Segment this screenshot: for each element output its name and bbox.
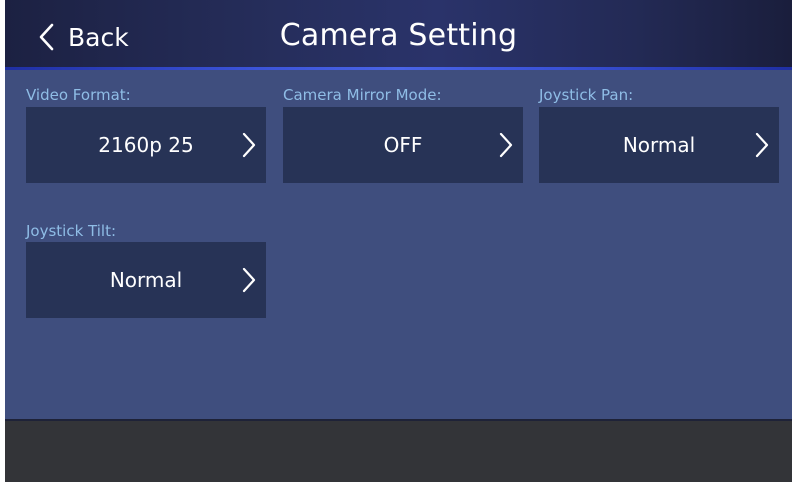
chevron-left-icon: [39, 23, 54, 51]
video-format-label: Video Format:: [26, 86, 131, 104]
joystick-tilt-selector[interactable]: Normal: [26, 242, 266, 318]
settings-panel: Video Format: 2160p 25 Camera Mirror Mod…: [5, 70, 792, 420]
joystick-tilt-value: Normal: [109, 268, 183, 292]
back-button[interactable]: Back: [38, 18, 129, 56]
camera-mirror-mode-label: Camera Mirror Mode:: [283, 86, 442, 104]
joystick-pan-value: Normal: [622, 133, 696, 157]
video-format-value: 2160p 25: [98, 133, 194, 157]
chevron-right-icon: [242, 267, 256, 293]
header-bar: Back Camera Setting: [5, 0, 792, 67]
joystick-tilt-label: Joystick Tilt:: [26, 222, 117, 240]
camera-mirror-mode-selector[interactable]: OFF: [283, 107, 523, 183]
video-format-selector[interactable]: 2160p 25: [26, 107, 266, 183]
footer-divider: [5, 419, 792, 421]
chevron-right-icon: [499, 132, 513, 158]
joystick-pan-label: Joystick Pan:: [539, 86, 634, 104]
chevron-right-icon: [242, 132, 256, 158]
chevron-right-icon: [755, 132, 769, 158]
back-label: Back: [68, 22, 129, 52]
camera-mirror-mode-value: OFF: [383, 133, 423, 157]
camera-setting-screen: Back Camera Setting Video Format: 2160p …: [5, 0, 792, 482]
joystick-pan-selector[interactable]: Normal: [539, 107, 779, 183]
